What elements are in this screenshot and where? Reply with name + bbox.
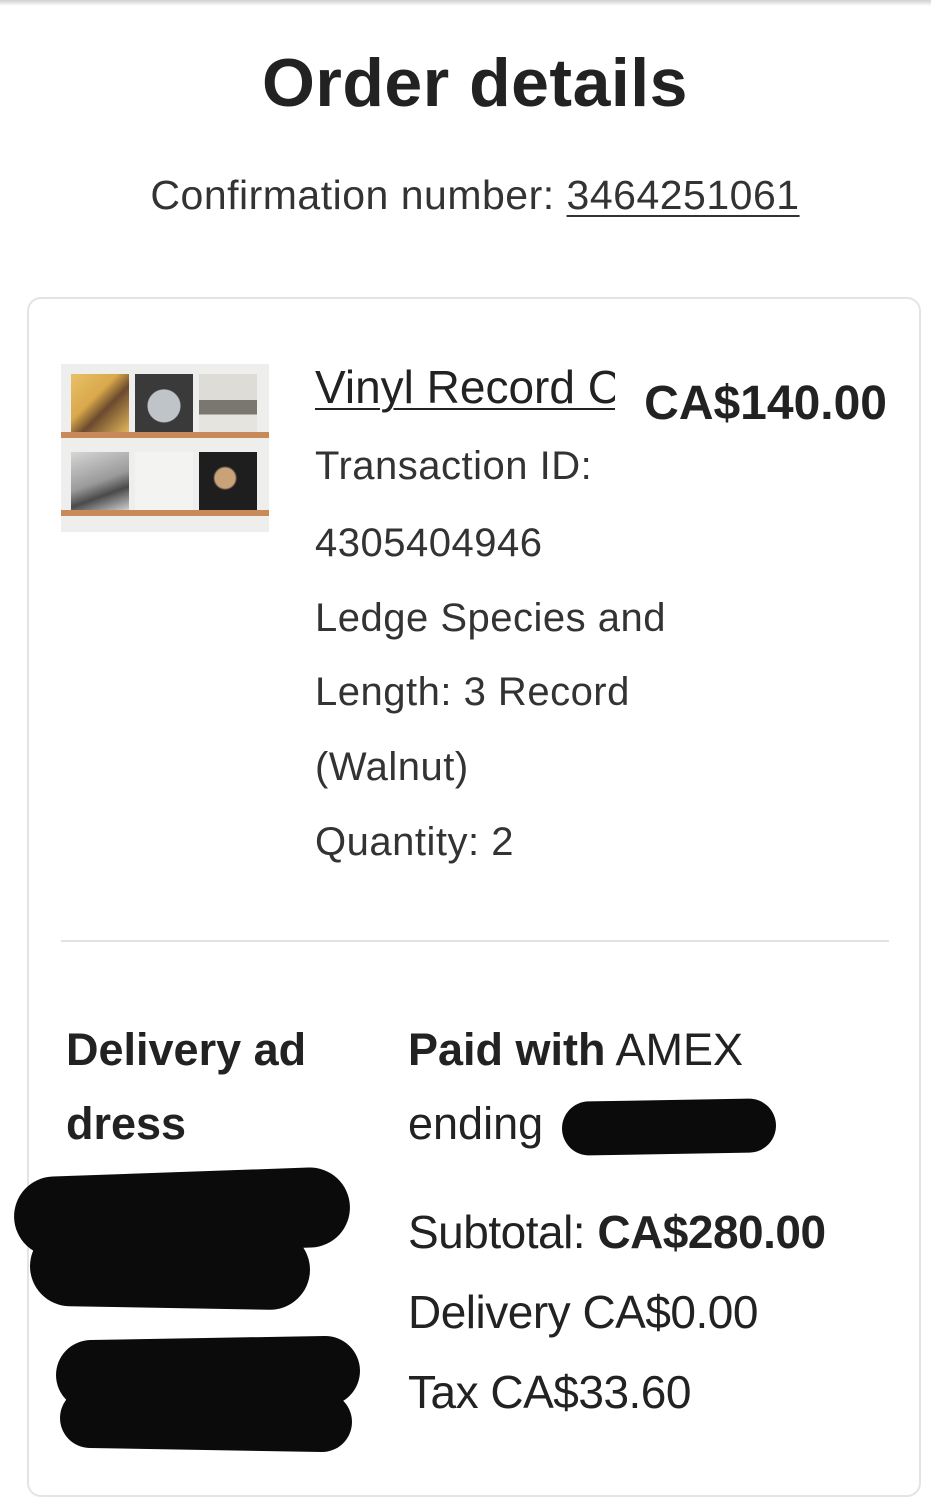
product-thumbnail[interactable]: [61, 364, 269, 532]
variation-line: Length: 3 Record: [315, 670, 630, 714]
variation-line: Ledge Species and: [315, 596, 666, 640]
delivery-address-heading: dress: [66, 1098, 187, 1149]
confirmation-row: Confirmation number: 3464251061: [0, 172, 931, 219]
album-sleeve: [71, 452, 129, 510]
shelf-ledge: [61, 432, 269, 438]
album-sleeve: [135, 374, 193, 432]
album-sleeve: [135, 452, 193, 510]
album-sleeve: [199, 452, 257, 510]
delivery-address-heading: Delivery ad: [66, 1024, 307, 1075]
tax-value: CA$33.60: [490, 1366, 691, 1418]
album-sleeve: [71, 374, 129, 432]
tax-line: Tax CA$33.60: [408, 1365, 691, 1419]
delivery-cost-label: Delivery: [408, 1286, 571, 1338]
subtotal-label: Subtotal:: [408, 1206, 586, 1258]
tax-label: Tax: [408, 1366, 479, 1418]
page-title: Order details: [262, 45, 688, 121]
redacted-address: [59, 1387, 353, 1453]
paid-with-label: Paid with: [408, 1024, 606, 1075]
subtotal-line: Subtotal: CA$280.00: [408, 1205, 826, 1259]
shelf-ledge: [61, 510, 269, 516]
divider: [61, 940, 889, 942]
paid-with-line: Paid with AMEX: [408, 1024, 743, 1076]
card-brand: AMEX: [615, 1024, 744, 1075]
delivery-cost-line: Delivery CA$0.00: [408, 1285, 758, 1339]
product-price: CA$140.00: [644, 377, 887, 430]
album-sleeve: [199, 374, 257, 432]
transaction-id: 4305404946: [315, 521, 543, 565]
redacted-address: [29, 1225, 311, 1311]
variation-line: (Walnut): [315, 745, 469, 789]
card-ending-label: ending: [408, 1098, 544, 1149]
delivery-cost-value: CA$0.00: [582, 1286, 758, 1338]
redacted-card-number: [561, 1098, 777, 1156]
confirmation-label: Confirmation number:: [150, 172, 555, 218]
top-edge-shadow: [0, 0, 931, 6]
product-name-link[interactable]: Vinyl Record Col: [315, 360, 615, 414]
quantity-text: Quantity: 2: [315, 820, 514, 864]
confirmation-number-link[interactable]: 3464251061: [567, 172, 800, 218]
subtotal-value: CA$280.00: [597, 1206, 826, 1258]
transaction-label: Transaction ID:: [315, 444, 593, 488]
